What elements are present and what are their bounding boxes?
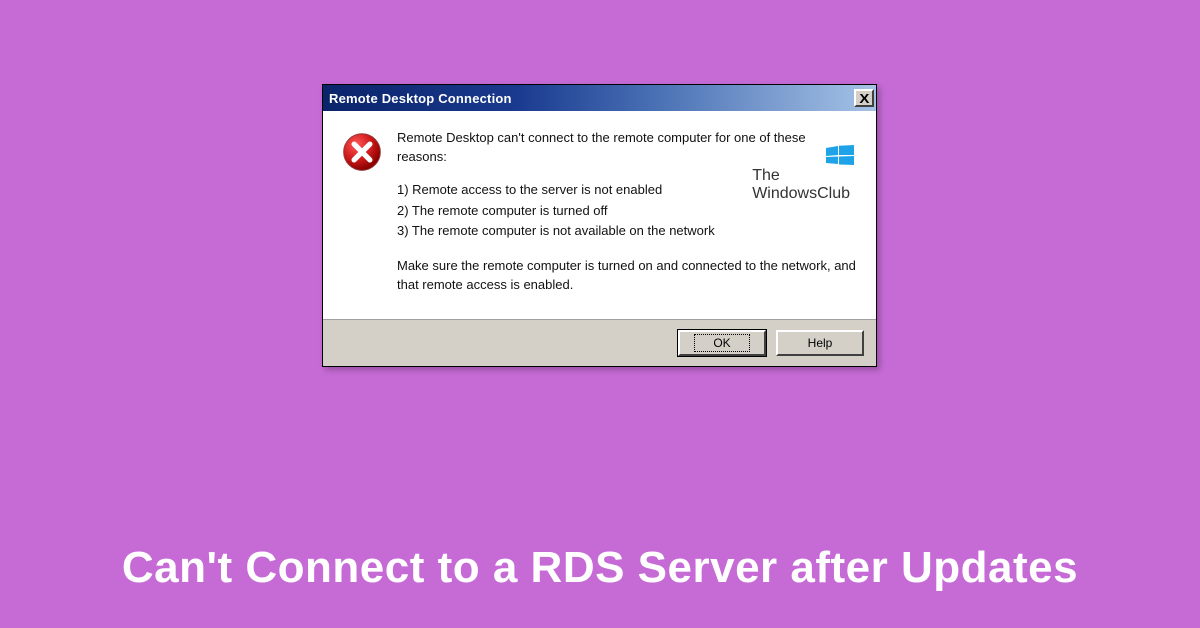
stage: Remote Desktop Connection X bbox=[0, 0, 1200, 628]
close-button[interactable]: X bbox=[854, 89, 874, 107]
dialog-message: Remote Desktop can't connect to the remo… bbox=[397, 129, 858, 295]
page-caption: Can't Connect to a RDS Server after Upda… bbox=[0, 543, 1200, 593]
remote-desktop-error-dialog: Remote Desktop Connection X bbox=[322, 84, 877, 367]
reason-2: 2) The remote computer is turned off bbox=[397, 202, 858, 221]
windows-flag-icon bbox=[826, 145, 854, 165]
titlebar[interactable]: Remote Desktop Connection X bbox=[323, 85, 876, 111]
watermark-line-2: WindowsClub bbox=[752, 185, 850, 203]
reason-3: 3) The remote computer is not available … bbox=[397, 222, 858, 241]
help-button[interactable]: Help bbox=[776, 330, 864, 356]
dialog-body: Remote Desktop can't connect to the remo… bbox=[323, 111, 876, 319]
close-icon: X bbox=[859, 92, 869, 105]
watermark-line-1: The bbox=[752, 167, 850, 185]
error-advice: Make sure the remote computer is turned … bbox=[397, 257, 858, 295]
error-icon bbox=[341, 131, 383, 173]
dialog-title: Remote Desktop Connection bbox=[329, 91, 512, 106]
watermark: The WindowsClub bbox=[752, 167, 850, 204]
ok-button-label: OK bbox=[694, 334, 749, 352]
help-button-label: Help bbox=[808, 336, 833, 350]
ok-button[interactable]: OK bbox=[678, 330, 766, 356]
error-intro: Remote Desktop can't connect to the remo… bbox=[397, 129, 858, 167]
dialog-footer: OK Help bbox=[323, 319, 876, 366]
